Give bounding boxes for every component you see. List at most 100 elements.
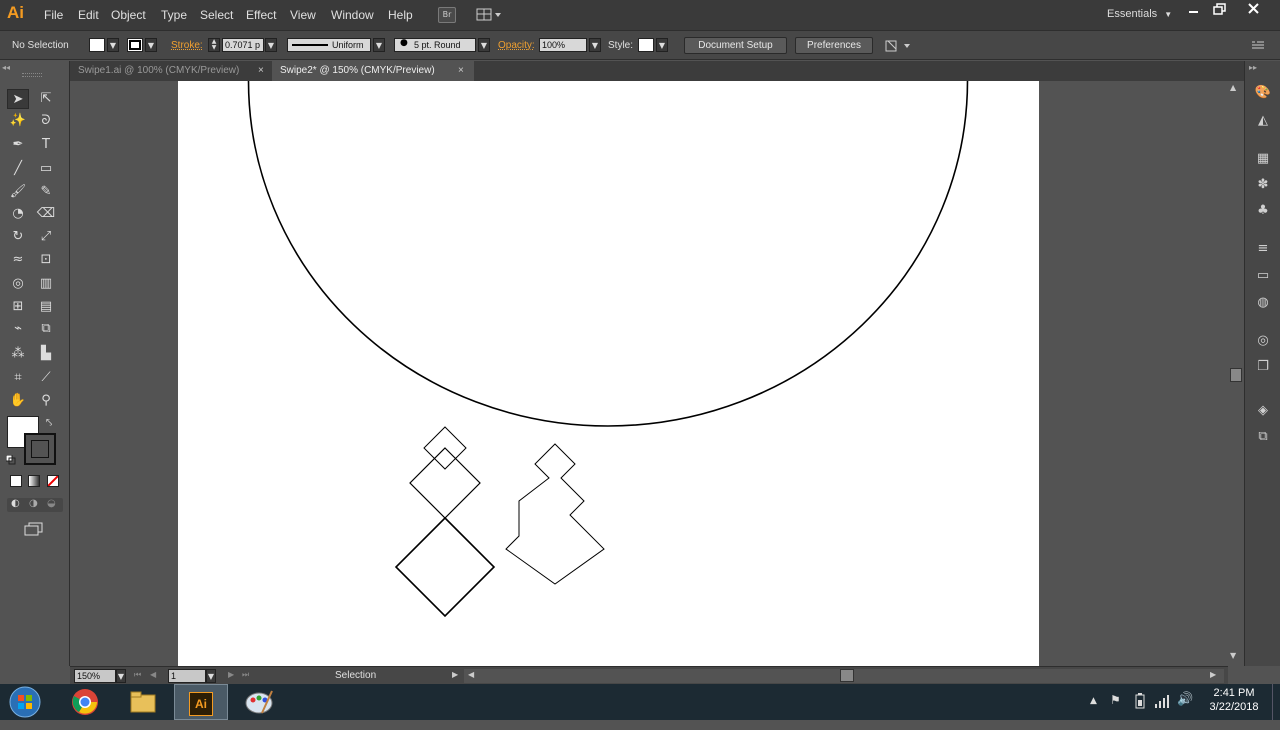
menu-view[interactable]: View <box>290 8 316 22</box>
menu-help[interactable]: Help <box>388 8 413 22</box>
control-panel-menu-button[interactable] <box>1250 38 1266 52</box>
menu-window[interactable]: Window <box>331 8 374 22</box>
brush-dropdown[interactable]: ▼ <box>478 38 490 52</box>
clock[interactable]: 2:41 PM 3/22/2018 <box>1203 687 1265 713</box>
start-button[interactable] <box>6 686 44 718</box>
collapse-panel-icon[interactable]: ◂◂ <box>2 63 10 72</box>
draw-normal-icon[interactable]: ◐ <box>11 498 20 509</box>
stroke-color-swatch[interactable] <box>127 38 143 52</box>
stroke-label[interactable]: Stroke: <box>171 40 203 51</box>
menu-file[interactable]: File <box>44 8 63 22</box>
opacity-dropdown[interactable]: ▼ <box>589 38 601 52</box>
rotate-tool-icon[interactable]: ↻ <box>7 227 29 247</box>
gradient-mode-icon[interactable] <box>28 475 40 487</box>
scale-tool-icon[interactable]: ⤢ <box>35 227 57 247</box>
chrome-taskbar-button[interactable] <box>58 684 112 720</box>
scroll-left-icon[interactable]: ◀ <box>468 670 474 679</box>
document-setup-button[interactable]: Document Setup <box>684 37 787 54</box>
illustrator-taskbar-button[interactable]: Ai <box>174 684 228 720</box>
line-segment-tool-icon[interactable]: ╱ <box>7 159 29 179</box>
restore-window-button[interactable] <box>1212 2 1228 16</box>
blob-brush-tool-icon[interactable]: ◔ <box>7 204 29 224</box>
transparency-panel-icon[interactable]: ◍ <box>1253 293 1273 313</box>
stroke-weight-dropdown[interactable]: ▼ <box>265 38 277 52</box>
horizontal-scrollbar[interactable]: ◀ ▶ <box>464 669 1224 683</box>
brushes-panel-icon[interactable]: ✽ <box>1253 175 1273 195</box>
network-signal-icon[interactable] <box>1154 693 1170 709</box>
zoom-dropdown[interactable]: ▼ <box>116 669 126 683</box>
panel-grip[interactable] <box>22 73 42 77</box>
opacity-label[interactable]: Opacity: <box>498 40 535 51</box>
status-menu-arrow-icon[interactable]: ▶ <box>452 670 458 679</box>
scroll-up-icon[interactable]: ▲ <box>1230 83 1236 92</box>
stroke-panel-icon[interactable]: ≡ <box>1253 239 1273 259</box>
close-icon[interactable]: × <box>258 61 264 81</box>
fill-dropdown-button[interactable]: ▼ <box>107 38 119 52</box>
layers-panel-icon[interactable]: ◈ <box>1253 401 1273 421</box>
volume-icon[interactable]: 🔊 <box>1177 692 1193 707</box>
shape-builder-tool-icon[interactable]: ◎ <box>7 274 29 294</box>
draw-behind-icon[interactable]: ◑ <box>29 498 38 509</box>
column-graph-tool-icon[interactable]: ▙ <box>35 344 57 364</box>
file-explorer-taskbar-button[interactable] <box>116 684 170 720</box>
tab-swipe1[interactable]: Swipe1.ai @ 100% (CMYK/Preview) × <box>70 61 272 81</box>
scroll-down-icon[interactable]: ▼ <box>1230 651 1236 660</box>
battery-icon[interactable] <box>1134 692 1146 710</box>
graphic-style-swatch[interactable] <box>638 38 654 52</box>
color-guide-panel-icon[interactable]: ◭ <box>1253 111 1273 131</box>
stroke-weight-stepper[interactable]: ▲ ▼ <box>208 38 220 52</box>
menu-effect[interactable]: Effect <box>246 8 276 22</box>
last-artboard-icon[interactable]: ⏭ <box>242 670 249 680</box>
vertical-scrollbar[interactable]: ▲ ▼ <box>1228 81 1244 666</box>
symbols-panel-icon[interactable]: ♣ <box>1253 201 1273 221</box>
pencil-tool-icon[interactable]: ✎ <box>35 182 57 202</box>
menu-object[interactable]: Object <box>111 8 146 22</box>
preferences-button[interactable]: Preferences <box>795 37 873 54</box>
free-transform-tool-icon[interactable]: ⊡ <box>35 250 57 270</box>
stroke-swatch[interactable] <box>24 433 56 465</box>
slice-tool-icon[interactable]: ⟋ <box>35 368 57 388</box>
lasso-tool-icon[interactable]: ᘐ <box>35 111 57 131</box>
show-hidden-icons[interactable]: ▲ <box>1090 696 1097 706</box>
opacity-input[interactable]: 100% <box>539 38 587 52</box>
go-to-bridge-button[interactable]: Br <box>438 7 456 23</box>
none-mode-icon[interactable] <box>47 475 59 487</box>
minimize-window-button[interactable] <box>1186 2 1202 16</box>
symbol-sprayer-tool-icon[interactable]: ⁂ <box>7 344 29 364</box>
tab-swipe2[interactable]: Swipe2* @ 150% (CMYK/Preview) × <box>272 61 474 81</box>
artboard-tool-icon[interactable]: ⌗ <box>7 368 29 388</box>
menu-edit[interactable]: Edit <box>78 8 99 22</box>
eyedropper-tool-icon[interactable]: ⌁ <box>7 319 29 339</box>
menu-select[interactable]: Select <box>200 8 233 22</box>
style-dropdown[interactable]: ▼ <box>656 38 668 52</box>
variable-width-profile-select[interactable]: Uniform <box>287 38 371 52</box>
default-fill-stroke-icon[interactable] <box>5 454 16 465</box>
gradient-panel-icon[interactable]: ▭ <box>1253 266 1273 286</box>
stroke-dropdown-button[interactable]: ▼ <box>145 38 157 52</box>
direct-selection-tool-icon[interactable]: ⇱ <box>35 89 57 109</box>
appearance-panel-icon[interactable]: ◎ <box>1253 331 1273 351</box>
graphic-styles-panel-icon[interactable]: ❐ <box>1253 357 1273 377</box>
first-artboard-icon[interactable]: ⏮ <box>134 670 141 680</box>
menu-type[interactable]: Type <box>161 8 187 22</box>
brush-definition-select[interactable]: ● 5 pt. Round <box>394 38 476 52</box>
profile-dropdown[interactable]: ▼ <box>373 38 385 52</box>
color-panel-icon[interactable]: 🎨 <box>1253 83 1273 103</box>
close-icon[interactable]: × <box>458 61 464 81</box>
color-mode-icon[interactable] <box>10 475 22 487</box>
paint-taskbar-button[interactable] <box>232 684 286 720</box>
hand-tool-icon[interactable]: ✋ <box>7 391 29 411</box>
fill-color-swatch[interactable] <box>89 38 105 52</box>
expand-panels-icon[interactable]: ▸▸ <box>1249 63 1257 72</box>
scroll-thumb[interactable] <box>1230 368 1242 382</box>
magic-wand-tool-icon[interactable]: ✨ <box>7 111 29 131</box>
artboards-panel-icon[interactable]: ⧉ <box>1253 427 1273 447</box>
artboard-dropdown[interactable]: ▼ <box>206 669 216 683</box>
pen-tool-icon[interactable]: ✒ <box>7 135 29 155</box>
action-center-flag-icon[interactable]: ⚑ <box>1110 693 1121 707</box>
close-window-button[interactable] <box>1246 2 1262 16</box>
previous-artboard-icon[interactable]: ◀ <box>150 670 156 679</box>
rectangle-tool-icon[interactable]: ▭ <box>35 159 57 179</box>
artboard-number-input[interactable]: 1 <box>168 669 206 683</box>
isolate-selected-button[interactable] <box>884 38 914 54</box>
